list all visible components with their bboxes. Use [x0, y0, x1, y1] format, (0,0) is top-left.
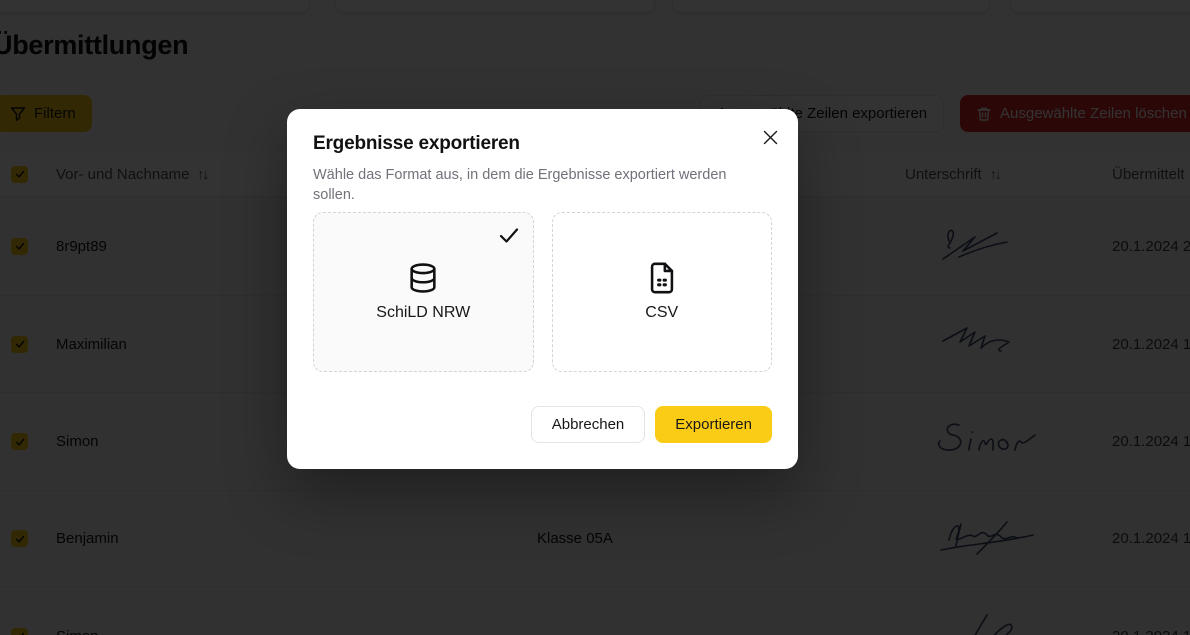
option-label: SchiLD NRW — [376, 304, 471, 321]
option-schild-nrw[interactable]: SchiLD NRW — [313, 212, 534, 372]
selected-check-icon — [499, 228, 518, 243]
option-label: CSV — [645, 304, 679, 321]
dialog-footer: Abbrechen Exportieren — [530, 406, 772, 443]
database-icon — [410, 263, 436, 293]
option-csv[interactable]: CSV — [551, 212, 772, 372]
export-dialog: Ergebnisse exportieren Wähle das Format … — [287, 109, 798, 469]
dialog-title: Ergebnisse exportieren — [313, 133, 520, 154]
cancel-button[interactable]: Abbrechen — [530, 406, 646, 443]
file-csv-icon — [650, 262, 673, 294]
close-icon[interactable] — [760, 127, 780, 147]
export-button[interactable]: Exportieren — [655, 406, 772, 443]
dialog-description: Wähle das Format aus, in dem die Ergebni… — [313, 167, 727, 203]
export-format-options: SchiLD NRW CSV — [313, 212, 772, 372]
